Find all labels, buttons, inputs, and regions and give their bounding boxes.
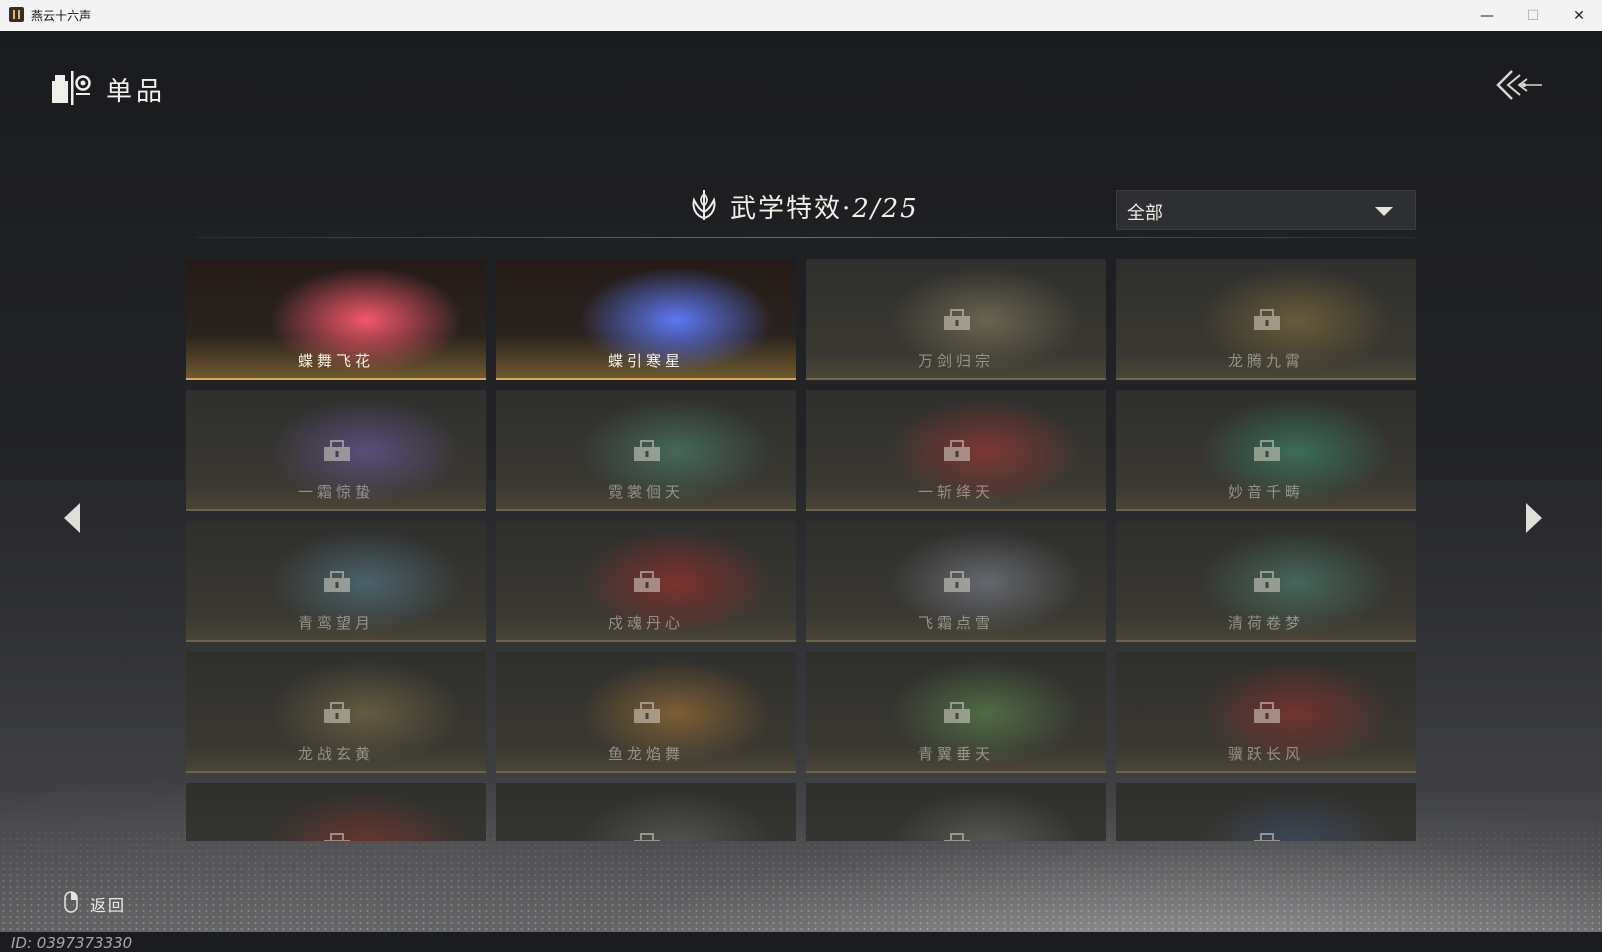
triple-chevron-back-icon[interactable] (1494, 67, 1544, 103)
effect-card-name: 龙腾九霄 (1227, 352, 1304, 370)
category-filter-dropdown[interactable]: 全部 (1116, 190, 1416, 230)
effect-card[interactable]: 清荷卷梦 (1116, 521, 1416, 642)
effect-card[interactable]: 万剑归宗 (806, 259, 1106, 380)
lock-icon (324, 571, 350, 592)
effects-grid: 蝶舞飞花 蝶引寒星 万剑归宗 龙腾九霄一霜惊蛰 霓裳佪天 一斩绛天 妙音千畴青鸾望月 戍魂丹心… (186, 259, 1416, 841)
effect-card[interactable]: 飞霜点雪 (806, 521, 1106, 642)
lock-icon (1254, 833, 1280, 841)
effect-card[interactable]: 青翼垂天 (806, 652, 1106, 773)
effect-card-name: 蝶引寒星 (607, 352, 684, 370)
lock-icon (1254, 309, 1280, 330)
lock-icon (944, 309, 970, 330)
effect-artwork (576, 789, 776, 841)
lock-icon (634, 833, 660, 841)
section-count: 2/25 (852, 194, 919, 224)
section-separator: · (842, 194, 853, 224)
lock-icon (634, 702, 660, 723)
lotus-flame-icon (692, 190, 716, 220)
app-logo-icon (9, 7, 24, 22)
effect-card-name: 霓裳佪天 (607, 483, 684, 501)
section-divider (196, 237, 1416, 238)
lock-icon (324, 440, 350, 461)
lock-icon (634, 571, 660, 592)
effect-card[interactable]: 蝶引寒星 (496, 259, 796, 380)
effect-card[interactable]: 龙战玄黄 (186, 652, 486, 773)
lock-icon (1254, 571, 1280, 592)
previous-page-arrow-icon[interactable] (62, 501, 82, 535)
effect-artwork (1196, 789, 1396, 841)
effect-card-name: 妙音千畴 (1227, 483, 1304, 501)
minimize-button[interactable]: — (1464, 0, 1510, 31)
shop-lantern-icon (52, 71, 91, 105)
window-title-bar: 燕云十六声 — ☐ ✕ (0, 0, 1602, 32)
effect-card[interactable]: 鱼龙焰舞 (496, 652, 796, 773)
effect-card[interactable]: 龙腾九霄 (1116, 259, 1416, 380)
effect-card-name: 戍魂丹心 (607, 614, 684, 632)
lock-icon (324, 702, 350, 723)
mouse-right-click-icon (64, 891, 78, 913)
lock-icon (634, 440, 660, 461)
effect-artwork (886, 789, 1086, 841)
effect-card-name: 青翼垂天 (917, 745, 994, 763)
effect-card-name: 骥跃长风 (1227, 745, 1304, 763)
effect-card[interactable] (806, 783, 1106, 841)
next-page-arrow-icon[interactable] (1524, 501, 1544, 535)
effect-card-name: 一霜惊蛰 (297, 483, 374, 501)
lock-icon (944, 833, 970, 841)
effect-card-name: 万剑归宗 (917, 352, 994, 370)
effect-card-name: 清荷卷梦 (1227, 614, 1304, 632)
effect-card[interactable] (1116, 783, 1416, 841)
effect-card[interactable]: 一霜惊蛰 (186, 390, 486, 511)
maximize-button[interactable]: ☐ (1510, 0, 1556, 31)
effect-card[interactable]: 青鸾望月 (186, 521, 486, 642)
game-viewport: 单品 武学特效·2/25 全部 蝶舞飞花 蝶引寒星 万剑归宗 龙腾九霄一霜惊蛰 霓裳佪天… (0, 31, 1602, 952)
effect-card[interactable]: 戍魂丹心 (496, 521, 796, 642)
effect-artwork (266, 789, 466, 841)
player-id: ID: 0397373330 (11, 934, 133, 952)
effect-card-name: 龙战玄黄 (297, 745, 374, 763)
section-title-text: 武学特效 (730, 194, 843, 224)
effect-card[interactable]: 蝶舞飞花 (186, 259, 486, 380)
page-title: 单品 (106, 77, 167, 107)
section-title: 武学特效·2/25 (730, 188, 919, 225)
lock-icon (324, 833, 350, 841)
window-title: 燕云十六声 (31, 9, 92, 23)
effect-card[interactable]: 霓裳佪天 (496, 390, 796, 511)
lock-icon (1254, 702, 1280, 723)
lock-icon (944, 571, 970, 592)
lock-icon (1254, 440, 1280, 461)
effects-grid-viewport[interactable]: 蝶舞飞花 蝶引寒星 万剑归宗 龙腾九霄一霜惊蛰 霓裳佪天 一斩绛天 妙音千畴青鸾望月 戍魂丹心… (186, 259, 1416, 841)
effect-card[interactable]: 一斩绛天 (806, 390, 1106, 511)
effect-card[interactable]: 骥跃长风 (1116, 652, 1416, 773)
effect-card-name: 一斩绛天 (917, 483, 994, 501)
effect-card-name: 飞霜点雪 (917, 614, 994, 632)
effect-card-name: 蝶舞飞花 (297, 352, 374, 370)
close-button[interactable]: ✕ (1556, 0, 1602, 31)
lock-icon (944, 702, 970, 723)
effect-card-name: 鱼龙焰舞 (607, 745, 684, 763)
effect-card[interactable] (496, 783, 796, 841)
lock-icon (944, 440, 970, 461)
effect-card[interactable]: 妙音千畴 (1116, 390, 1416, 511)
chevron-down-icon (1375, 207, 1393, 216)
category-filter-value: 全部 (1127, 203, 1163, 224)
effect-card-name: 青鸾望月 (297, 614, 374, 632)
effect-card[interactable] (186, 783, 486, 841)
back-hint-label[interactable]: 返回 (90, 892, 126, 916)
